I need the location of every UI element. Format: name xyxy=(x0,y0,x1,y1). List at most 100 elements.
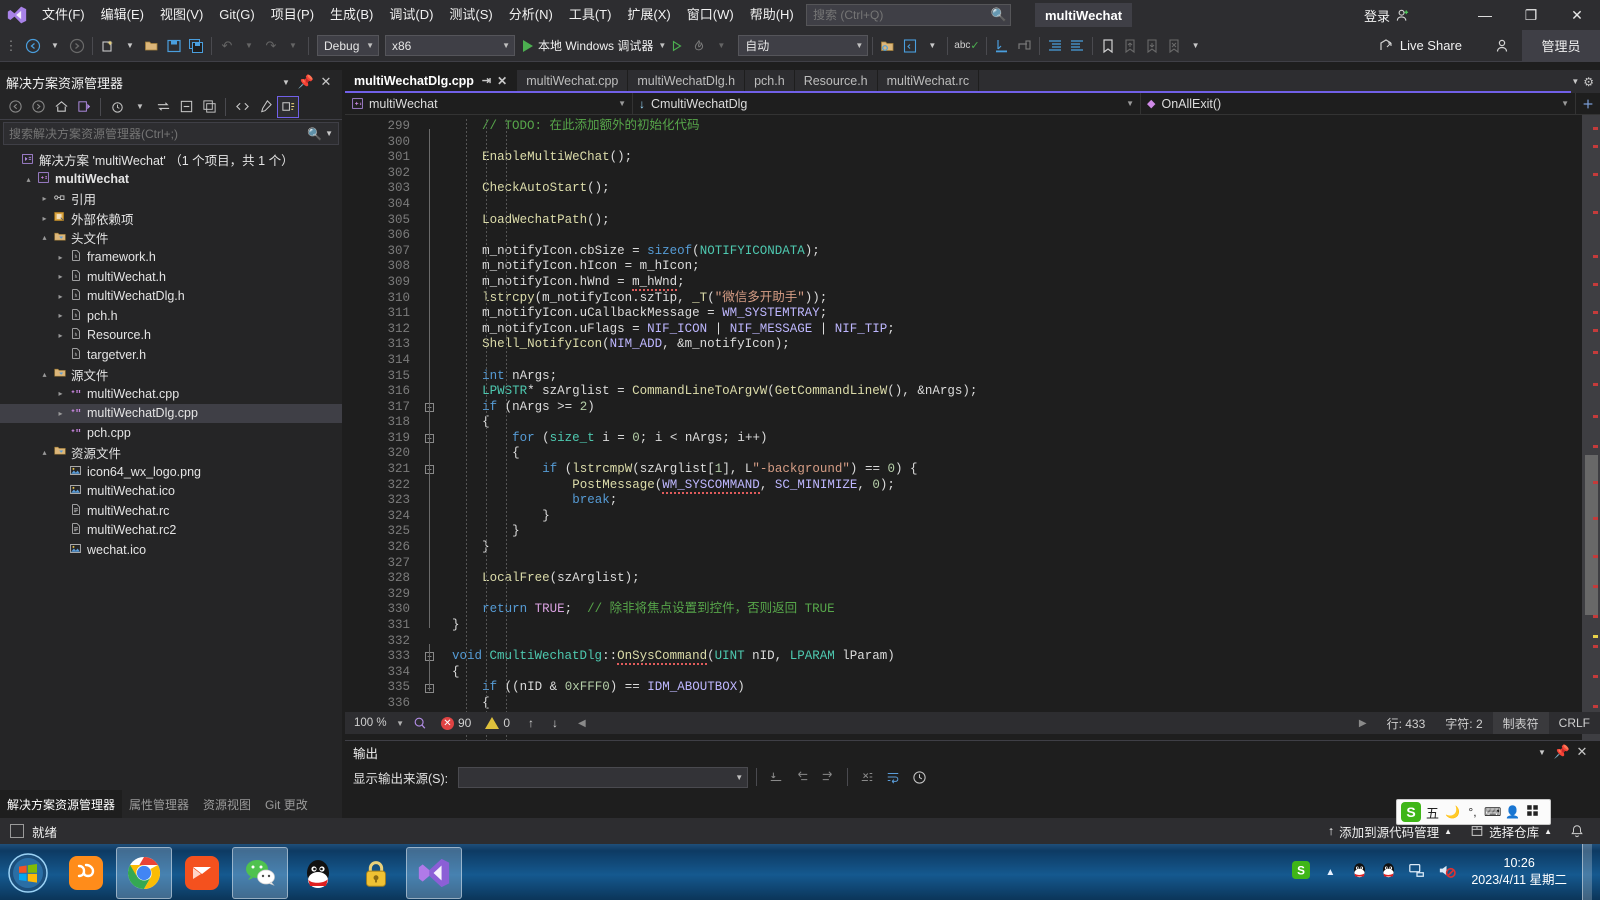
toolbar-overflow-button[interactable]: ▼ xyxy=(1185,34,1207,58)
code-line[interactable]: { xyxy=(442,446,1600,462)
new-project-icon[interactable] xyxy=(97,34,119,58)
step-over-icon[interactable] xyxy=(1013,34,1035,58)
uc-browser-icon[interactable] xyxy=(58,847,114,899)
preview-changes-dropdown[interactable]: ▼ xyxy=(921,34,943,58)
menu-window[interactable]: 窗口(W) xyxy=(679,0,742,30)
close-icon[interactable]: ✕ xyxy=(1572,744,1592,760)
soft-keyboard-icon[interactable]: ⌨ xyxy=(1484,805,1501,819)
close-button[interactable]: ✕ xyxy=(1554,0,1600,30)
pin-icon[interactable]: ⇥ xyxy=(482,74,491,87)
code-line[interactable]: } xyxy=(442,524,1600,540)
tree-item-resource.h[interactable]: ▸ h Resource.h xyxy=(0,326,342,346)
start-debugging-button[interactable]: 本地 Windows 调试器 ▼ xyxy=(523,37,666,54)
code-line[interactable]: LocalFree(szArglist); xyxy=(442,571,1600,587)
code-line[interactable] xyxy=(442,197,1600,213)
panel-tab-资源视图[interactable]: 资源视图 xyxy=(196,790,258,818)
panel-menu-chevron-icon[interactable]: ▼ xyxy=(276,78,296,87)
ime-mode-label[interactable]: 五 xyxy=(1424,803,1441,822)
undo-dropdown[interactable]: ▼ xyxy=(238,34,260,58)
preview-selected-items-icon[interactable] xyxy=(277,95,299,118)
tree-item-multiwechatdlg.h[interactable]: ▸ h multiWechatDlg.h xyxy=(0,287,342,307)
collapse-chevron-icon[interactable]: ▸ xyxy=(54,389,67,398)
live-share-button[interactable]: Live Share xyxy=(1378,38,1462,54)
code-line[interactable]: for (size_t i = 0; i < nArgs; i++) xyxy=(442,431,1600,447)
back-icon[interactable] xyxy=(4,96,26,118)
moon-icon[interactable]: 🌙 xyxy=(1444,805,1461,819)
global-search-input[interactable] xyxy=(807,8,988,22)
menu-extensions[interactable]: 扩展(X) xyxy=(619,0,678,30)
user-icon[interactable]: 👤 xyxy=(1504,805,1521,819)
code-editor[interactable]: 299 300 301 302 303 304 305 306 307 308 309 310 311 3… xyxy=(345,115,1600,742)
code-line[interactable]: EnableMultiWeChat(); xyxy=(442,150,1600,166)
solution-explorer-search-box[interactable]: 🔍 ▼ xyxy=(3,122,339,145)
taskbar-clock[interactable]: 10:26 2023/4/11 星期二 xyxy=(1465,855,1573,889)
panel-tab-Git更改[interactable]: Git 更改 xyxy=(258,790,315,818)
menu-view[interactable]: 视图(V) xyxy=(152,0,211,30)
indentation-indicator[interactable]: 制表符 xyxy=(1492,712,1549,734)
save-all-icon[interactable] xyxy=(185,34,207,58)
code-line[interactable]: return TRUE; // 除非将焦点设置到控件，否则返回 TRUE xyxy=(442,602,1600,618)
navbar-class-combo[interactable]: ↓ CmultiWechatDlg ▼ xyxy=(633,93,1141,114)
breakpoint-gutter[interactable] xyxy=(345,115,352,742)
tree-item-pch.cpp[interactable]: pch.cpp xyxy=(0,423,342,443)
search-options-chevron-icon[interactable]: ▼ xyxy=(325,129,338,138)
qq-icon[interactable] xyxy=(290,847,346,899)
collapse-chevron-icon[interactable]: ▸ xyxy=(38,214,51,223)
code-line[interactable] xyxy=(442,556,1600,572)
tree-item-multiwechat.cpp[interactable]: ▸ multiWechat.cpp xyxy=(0,384,342,404)
qq-tray-icon[interactable] xyxy=(1349,862,1369,883)
chrome-icon[interactable] xyxy=(116,847,172,899)
notifications-button[interactable] xyxy=(1564,824,1590,838)
tree-item-[interactable]: ▴ 资源文件 xyxy=(0,443,342,463)
code-folding-gutter[interactable]: −−−−− xyxy=(420,115,442,742)
sogou-logo-icon[interactable]: S xyxy=(1401,802,1421,822)
code-line[interactable]: } xyxy=(442,509,1600,525)
collapse-chevron-icon[interactable]: ▸ xyxy=(54,272,67,281)
code-line[interactable]: LoadWechatPath(); xyxy=(442,213,1600,229)
code-line[interactable]: { xyxy=(442,665,1600,681)
tree-item-framework.h[interactable]: ▸ h framework.h xyxy=(0,248,342,268)
code-line[interactable] xyxy=(442,228,1600,244)
panel-tab-解决方案资源管理器[interactable]: 解决方案资源管理器 xyxy=(0,790,123,818)
navbar-project-combo[interactable]: multiWechat ▼ xyxy=(345,93,633,114)
new-project-dropdown[interactable]: ▼ xyxy=(119,34,141,58)
code-line[interactable]: PostMessage(WM_SYSCOMMAND, SC_MINIMIZE, … xyxy=(442,477,1600,494)
menu-git[interactable]: Git(G) xyxy=(211,0,262,30)
editor-tab-multiWechat.cpp[interactable]: multiWechat.cpp xyxy=(517,70,629,91)
solution-explorer-tree[interactable]: 解决方案 'multiWechat' （1 个项目，共 1 个） ▴ multiWe… xyxy=(0,147,342,790)
code-line[interactable]: m_notifyIcon.hIcon = m_hIcon; xyxy=(442,259,1600,275)
menu-help[interactable]: 帮助(H) xyxy=(742,0,802,30)
tree-item-multiwechat-1-1[interactable]: 解决方案 'multiWechat' （1 个项目，共 1 个） xyxy=(0,150,342,170)
save-icon[interactable] xyxy=(163,34,185,58)
code-line[interactable]: Shell_NotifyIcon(NIM_ADD, &m_notifyIcon)… xyxy=(442,337,1600,353)
editor-tab-Resource.h[interactable]: Resource.h xyxy=(794,70,878,91)
redo-dropdown[interactable]: ▼ xyxy=(282,34,304,58)
tree-item-icon64-wx-logo.png[interactable]: icon64_wx_logo.png xyxy=(0,462,342,482)
code-line[interactable]: m_notifyIcon.cbSize = sizeof(NOTIFYICOND… xyxy=(442,244,1600,260)
tree-item-[interactable]: ▸ 引用 xyxy=(0,189,342,209)
chevron-down-icon[interactable]: ▼ xyxy=(658,41,666,50)
wechat-icon[interactable] xyxy=(232,847,288,899)
clear-all-icon[interactable] xyxy=(856,766,878,788)
scrollbar-thumb[interactable] xyxy=(1585,455,1598,615)
code-line[interactable]: } xyxy=(442,540,1600,556)
navigate-backward-dropdown[interactable]: ▼ xyxy=(44,34,66,58)
editor-tab-multiWechatDlg.cpp[interactable]: multiWechatDlg.cpp ⇥ ✕ xyxy=(345,70,518,91)
solution-configuration-combo[interactable]: Debug ▼ xyxy=(317,35,379,56)
tree-item-multiwechat.rc[interactable]: multiWechat.rc xyxy=(0,501,342,521)
minimize-button[interactable]: — xyxy=(1462,0,1508,30)
code-line[interactable]: int nArgs; xyxy=(442,369,1600,385)
start-button[interactable] xyxy=(0,847,56,899)
show-hidden-icons-button[interactable]: ▲ xyxy=(1320,867,1340,878)
toggle-word-wrap-icon[interactable] xyxy=(882,766,904,788)
bookmark-icon[interactable] xyxy=(1097,34,1119,58)
code-line[interactable]: // TODO: 在此添加额外的初始化代码 xyxy=(442,119,1600,135)
tree-item-targetver.h[interactable]: h targetver.h xyxy=(0,345,342,365)
toolbox-icon[interactable] xyxy=(1524,804,1541,820)
collapse-chevron-icon[interactable]: ▸ xyxy=(54,253,67,262)
code-line[interactable]: { xyxy=(442,696,1600,712)
properties-icon[interactable] xyxy=(254,96,276,118)
tree-item-multiwechatdlg.cpp[interactable]: ▸ multiWechatDlg.cpp xyxy=(0,403,342,423)
start-without-debugging-icon[interactable] xyxy=(666,34,688,58)
menu-file[interactable]: 文件(F) xyxy=(34,0,93,30)
